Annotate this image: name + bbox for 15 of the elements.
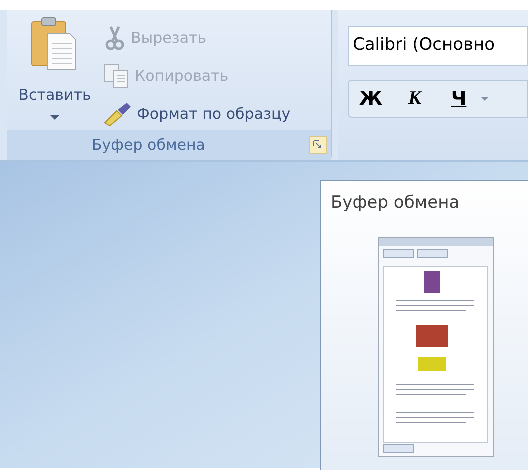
dialog-launcher-button[interactable] [309,136,327,154]
font-name-field[interactable]: Calibri (Основно [348,26,528,66]
dropdown-arrow-icon [481,97,489,101]
scissors-icon [103,25,127,51]
format-button[interactable]: К [393,84,437,114]
tooltip-title: Буфер обмена [331,192,461,215]
command-button[interactable]: Формат по образцу [103,100,291,128]
launcher-arrow-icon [313,140,323,150]
paste-button[interactable]: Вставить [7,10,103,130]
format-button[interactable]: Ж [349,84,393,114]
copy-icon [103,63,131,89]
format-button[interactable]: Ч [437,84,481,114]
dropdown-arrow-icon [50,114,60,120]
group-label: Буфер обмена [92,134,206,156]
paintbrush-icon [103,101,133,127]
